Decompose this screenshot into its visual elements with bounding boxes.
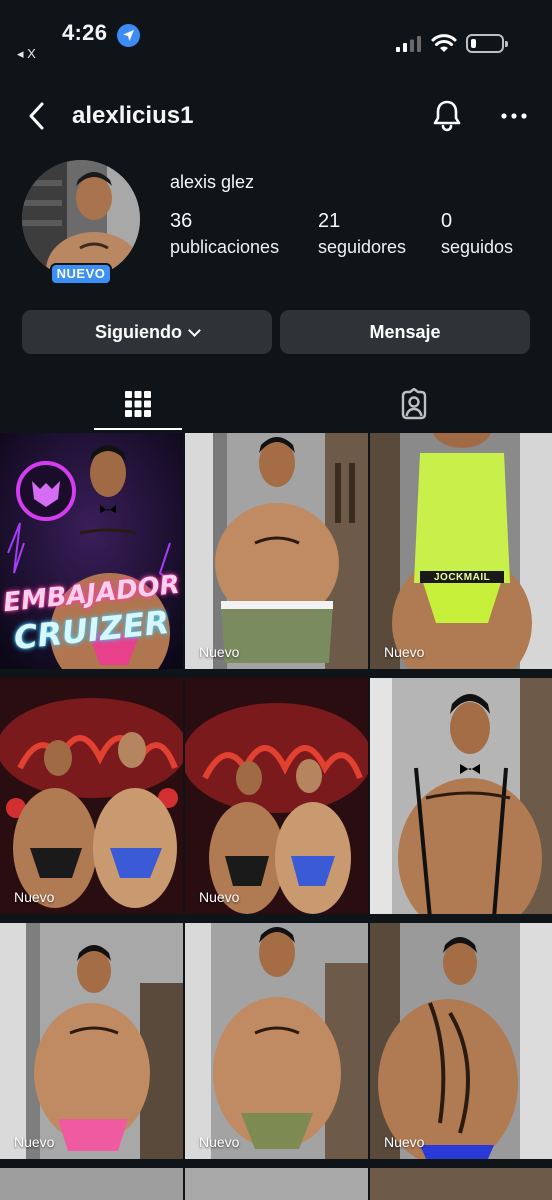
tab-tagged[interactable]	[370, 376, 458, 432]
post-item[interactable]: JOCKMAIL Nuevo	[370, 433, 552, 676]
post-image	[370, 433, 552, 676]
post-item[interactable]	[0, 1168, 183, 1200]
profile-avatar[interactable]	[22, 160, 140, 278]
post-brand-text: JOCKMAIL	[434, 572, 491, 583]
message-button-label: Mensaje	[369, 321, 441, 342]
post-image	[370, 678, 552, 921]
chevron-down-icon	[188, 323, 201, 337]
stat-following-label: seguidos	[441, 237, 514, 257]
profile-header: alexlicius1	[0, 90, 552, 142]
tab-posts-grid[interactable]	[94, 376, 182, 432]
following-button[interactable]: Siguiendo	[22, 310, 272, 354]
stat-posts[interactable]: 36 publicaciones	[170, 210, 279, 258]
post-image	[185, 1168, 368, 1200]
more-options-icon[interactable]	[498, 100, 530, 132]
post-item[interactable]	[185, 1168, 368, 1200]
post-image	[185, 923, 368, 1166]
post-item[interactable]: Nuevo	[370, 923, 552, 1166]
post-image	[185, 678, 368, 921]
post-new-label: Nuevo	[14, 889, 55, 905]
profile-full-name: alexis glez	[170, 172, 255, 192]
wifi-icon	[431, 34, 457, 52]
message-button[interactable]: Mensaje	[280, 310, 530, 354]
grid-icon	[125, 391, 151, 417]
post-item[interactable]: Nuevo	[185, 433, 368, 676]
post-new-label: Nuevo	[199, 644, 240, 660]
post-item[interactable]: Nuevo	[0, 923, 183, 1166]
post-item[interactable]	[370, 1168, 552, 1200]
battery-icon	[466, 34, 508, 53]
post-new-label: Nuevo	[384, 644, 425, 660]
post-image	[0, 1168, 183, 1200]
stat-following[interactable]: 0 seguidos	[441, 210, 513, 258]
stat-posts-count: 36	[170, 210, 193, 232]
stat-followers-label: seguidores	[318, 237, 407, 257]
tagged-person-icon	[401, 388, 427, 420]
post-image	[0, 923, 183, 1166]
post-new-label: Nuevo	[384, 1134, 425, 1150]
post-item[interactable]: Nuevo	[0, 678, 183, 921]
post-item[interactable]: Nuevo	[185, 923, 368, 1166]
post-item[interactable]: EMBAJADOR CRUIZER	[0, 433, 183, 676]
stat-followers-count: 21	[318, 210, 341, 232]
stat-followers[interactable]: 21 seguidores	[318, 210, 406, 258]
avatar-image	[22, 160, 140, 278]
active-tab-indicator	[94, 428, 182, 430]
cellular-signal-icon	[396, 36, 421, 52]
location-arrow-icon	[117, 24, 140, 47]
profile-username: alexlicius1	[72, 102, 194, 129]
post-image	[370, 1168, 552, 1200]
post-new-label: Nuevo	[199, 1134, 240, 1150]
clock-time: 4:26	[62, 20, 108, 45]
stat-posts-label: publicaciones	[170, 237, 280, 257]
post-image	[0, 678, 183, 921]
post-new-label: Nuevo	[199, 889, 240, 905]
back-chevron-icon[interactable]	[22, 98, 54, 134]
post-image	[185, 433, 368, 676]
post-new-label: Nuevo	[14, 1134, 55, 1150]
new-user-badge: NUEVO	[50, 263, 112, 285]
post-image	[370, 923, 552, 1166]
following-button-label: Siguiendo	[95, 321, 182, 342]
post-item[interactable]	[370, 678, 552, 921]
status-bar: 4:26 ◂ X	[0, 0, 552, 80]
stat-following-count: 0	[441, 210, 453, 232]
post-item[interactable]: Nuevo	[185, 678, 368, 921]
back-to-app-link[interactable]: ◂ X	[17, 46, 36, 62]
bell-icon[interactable]	[430, 98, 464, 132]
